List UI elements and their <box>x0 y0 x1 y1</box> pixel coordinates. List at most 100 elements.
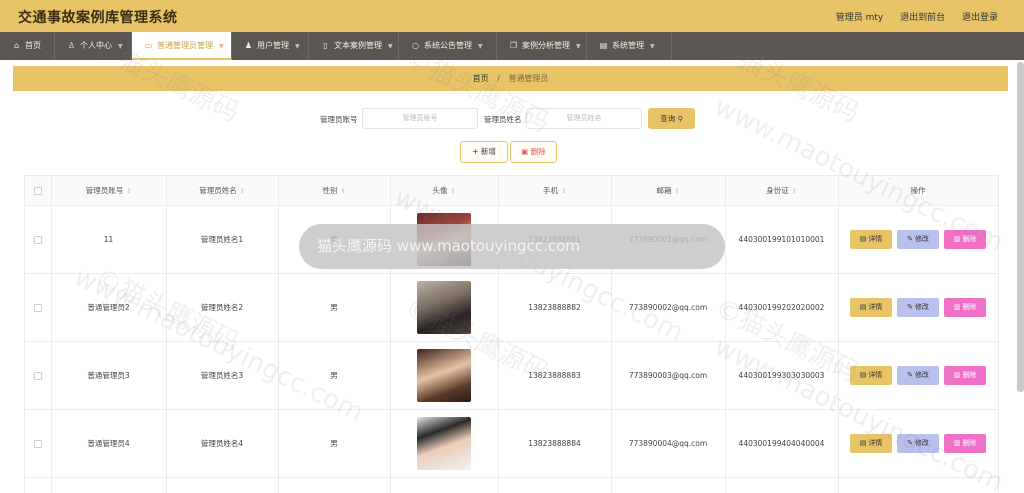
nav-item-label: 用户管理 <box>257 41 289 50</box>
nav-item-label: 首页 <box>25 41 41 50</box>
avatar <box>417 281 471 334</box>
nav-item-4[interactable]: ▯ 文本案例管理 ▼ <box>309 32 399 60</box>
remove-icon: ▥ <box>953 439 961 447</box>
nav-item-label: 案例分析管理 <box>522 41 570 50</box>
chevron-down-icon: ▼ <box>118 43 123 50</box>
users-icon: ♟ <box>244 41 253 50</box>
column-header-label: 管理员姓名 <box>199 186 237 195</box>
nav-item-5[interactable]: ○ 系统公告管理 ▼ <box>399 32 497 60</box>
account-search-input[interactable]: 管理员账号 <box>362 108 478 129</box>
top-header: 交通事故案例库管理系统 管理员 mty 退出到前台 退出登录 <box>0 0 1024 32</box>
sort-icon[interactable]: ⇕ <box>450 188 455 195</box>
avatar <box>417 417 471 470</box>
name-search-input[interactable]: 管理员姓名 <box>526 108 642 129</box>
nav-item-6[interactable]: ❐ 案例分析管理 ▼ <box>497 32 587 60</box>
detail-icon: ▤ <box>859 303 867 311</box>
table-row: 普通管理员3 管理员姓名3 男 13823888883 773890003@qq.com… <box>25 342 998 410</box>
nav-item-2[interactable]: ▭ 普通管理员管理 ▼ <box>132 32 232 60</box>
name-search-label: 管理员姓名 <box>484 115 522 124</box>
detail-button[interactable]: ▤ 详情 <box>850 298 892 317</box>
nav-item-label: 个人中心 <box>80 41 112 50</box>
column-header[interactable]: 身份证 ⇕ <box>725 176 838 206</box>
column-header-label: 头像 <box>432 186 448 195</box>
sort-icon[interactable]: ⇕ <box>126 188 131 195</box>
select-all-checkbox[interactable] <box>34 187 42 195</box>
back-to-frontend-link[interactable]: 退出到前台 <box>900 13 945 23</box>
column-header-label: 性别 <box>322 186 338 195</box>
table-header: 管理员账号 ⇕ 管理员姓名 ⇕ 性别 ⇕ 头像 ⇕ 手机 ⇕ 邮箱 ⇕ 身份证 ⇕ 操作 <box>25 176 998 206</box>
batch-delete-button[interactable]: ▣ 删除 <box>510 141 557 163</box>
row-delete-button-label: 删除 <box>962 303 977 311</box>
detail-icon: ▤ <box>859 235 867 243</box>
row-delete-button-label: 删除 <box>962 439 977 447</box>
nav-item-0[interactable]: ⌂ 首页 <box>0 32 55 60</box>
remove-icon: ▥ <box>953 303 961 311</box>
row-checkbox[interactable] <box>34 440 42 448</box>
column-header[interactable]: 手机 ⇕ <box>498 176 611 206</box>
column-header[interactable]: 管理员账号 ⇕ <box>51 176 166 206</box>
detail-button[interactable]: ▤ 详情 <box>850 366 892 385</box>
sort-icon[interactable]: ⇕ <box>340 188 345 195</box>
edit-button[interactable]: ✎ 修改 <box>897 298 939 317</box>
logout-link[interactable]: 退出登录 <box>962 13 998 23</box>
row-checkbox[interactable] <box>34 372 42 380</box>
nav-item-3[interactable]: ♟ 用户管理 ▼ <box>232 32 309 60</box>
detail-button[interactable]: ▤ 详情 <box>850 230 892 249</box>
row-delete-button[interactable]: ▥ 删除 <box>944 298 986 317</box>
cell-phone: 13823888884 <box>528 439 581 448</box>
column-header-label: 操作 <box>910 186 926 195</box>
cell-phone: 13823888882 <box>528 303 581 312</box>
cell-idcard: 440300199303030003 <box>738 371 825 380</box>
page-scrollbar[interactable] <box>1017 62 1024 392</box>
sort-icon[interactable]: ⇕ <box>674 188 679 195</box>
edit-button[interactable]: ✎ 修改 <box>897 366 939 385</box>
detail-button[interactable]: ▤ 详情 <box>850 434 892 453</box>
row-delete-button-label: 删除 <box>962 235 977 243</box>
sort-icon[interactable]: ⇕ <box>240 188 245 195</box>
avatar <box>417 349 471 402</box>
chat-icon: ▭ <box>144 41 153 50</box>
doc-icon: ▯ <box>323 41 328 50</box>
edit-button[interactable]: ✎ 修改 <box>897 434 939 453</box>
sort-icon[interactable]: ⇕ <box>561 188 566 195</box>
nav-item-1[interactable]: ♙ 个人中心 ▼ <box>55 32 132 60</box>
cell-idcard: 440300199202020002 <box>738 303 825 312</box>
cell-gender: 男 <box>330 439 338 448</box>
row-checkbox[interactable] <box>34 304 42 312</box>
breadcrumb-home[interactable]: 首页 <box>473 74 489 83</box>
cell-idcard: 440300199101010001 <box>738 235 825 244</box>
nav-item-label: 文本案例管理 <box>334 41 382 50</box>
column-header[interactable]: 管理员姓名 ⇕ <box>166 176 278 206</box>
user-menu: 管理员 mty 退出到前台 退出登录 <box>822 10 998 23</box>
column-header[interactable]: 性别 ⇕ <box>278 176 390 206</box>
edit-icon: ✎ <box>907 235 913 243</box>
column-header-label: 手机 <box>542 186 558 195</box>
cell-name: 管理员姓名1 <box>200 235 244 244</box>
edit-button[interactable]: ✎ 修改 <box>897 230 939 249</box>
row-checkbox[interactable] <box>34 236 42 244</box>
cell-email: 773890004@qq.com <box>628 439 708 448</box>
column-header: 操作 <box>838 176 998 206</box>
detail-button-label: 详情 <box>868 439 883 447</box>
breadcrumb: 首页 / 普通管理员 <box>13 66 1008 91</box>
nav-item-7[interactable]: ▤ 系统管理 ▼ <box>587 32 672 60</box>
row-delete-button[interactable]: ▥ 删除 <box>944 230 986 249</box>
main-nav: ⌂ 首页 ♙ 个人中心 ▼ ▭ 普通管理员管理 ▼ ♟ 用户管理 ▼ ▯ 文本案例管理 ▼ ○ 系统公告管理 ▼… <box>0 32 1024 60</box>
cell-idcard: 440300199404040004 <box>738 439 825 448</box>
column-header-label: 邮箱 <box>656 186 672 195</box>
cell-name: 管理员姓名2 <box>200 303 244 312</box>
cell-name: 管理员姓名3 <box>200 371 244 380</box>
chevron-down-icon: ▼ <box>388 43 393 50</box>
breadcrumb-current: 普通管理员 <box>508 74 549 83</box>
column-header[interactable]: 邮箱 ⇕ <box>611 176 725 206</box>
row-delete-button[interactable]: ▥ 删除 <box>944 366 986 385</box>
add-button[interactable]: + 新增 <box>460 141 508 163</box>
add-button-label: 新增 <box>480 147 496 156</box>
sort-icon[interactable]: ⇕ <box>792 188 797 195</box>
row-delete-button[interactable]: ▥ 删除 <box>944 434 986 453</box>
plus-icon: + <box>472 147 479 156</box>
query-button[interactable]: 查询 ⚲ <box>648 108 695 129</box>
chevron-down-icon: ▼ <box>650 43 655 50</box>
column-header[interactable]: 头像 ⇕ <box>390 176 498 206</box>
cell-gender: 男 <box>330 371 338 380</box>
